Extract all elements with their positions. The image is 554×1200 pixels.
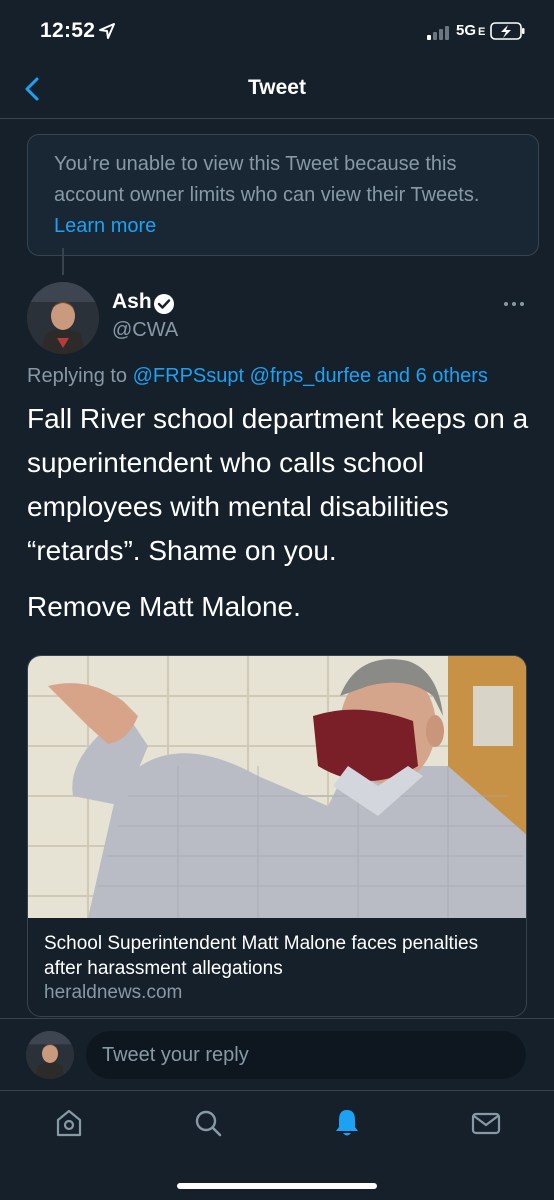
limited-visibility-notice: You’re unable to view this Tweet because… (27, 134, 539, 256)
learn-more-link[interactable]: Learn more (54, 215, 156, 237)
link-preview-card[interactable]: School Superintendent Matt Malone faces … (27, 655, 527, 1017)
author-handle[interactable]: @CWA (112, 319, 178, 342)
search-icon[interactable] (192, 1107, 224, 1139)
network-indicator: 5G E (456, 22, 486, 39)
status-bar: 12:52 5G E (0, 0, 554, 60)
more-icon[interactable] (500, 296, 528, 312)
location-arrow-icon (99, 23, 115, 39)
user-avatar[interactable] (26, 1031, 74, 1079)
card-image (28, 656, 526, 918)
card-domain: heraldnews.com (44, 982, 183, 1003)
thread-connector-line (62, 248, 64, 275)
home-indicator[interactable] (177, 1183, 377, 1189)
verified-icon (154, 294, 174, 314)
page-title: Tweet (248, 76, 306, 99)
mention-link[interactable]: @FRPSsupt (133, 365, 244, 387)
status-time: 12:52 (40, 19, 96, 42)
signal-icon (427, 26, 449, 40)
reply-input[interactable] (86, 1031, 526, 1079)
author-avatar[interactable] (27, 282, 99, 354)
tweet-body-text-line2: Remove Matt Malone. (27, 591, 301, 622)
battery-charging-icon (490, 22, 525, 40)
notice-text: You’re unable to view this Tweet because… (54, 153, 480, 237)
others-link[interactable]: and 6 others (377, 365, 488, 387)
tweet-detail-screen: 12:52 5G E Tweet You’re unable to view th… (0, 0, 554, 1200)
reply-composer-bar (0, 1018, 554, 1091)
messages-mail-icon[interactable] (470, 1107, 502, 1139)
home-icon[interactable] (53, 1107, 85, 1139)
mention-link[interactable]: @frps_durfee (250, 365, 371, 387)
notifications-bell-icon[interactable] (331, 1107, 363, 1139)
author-name[interactable]: Ash (112, 290, 152, 314)
top-navigation-bar: Tweet (0, 60, 554, 119)
card-title: School Superintendent Matt Malone faces … (44, 933, 479, 979)
replying-to-line: Replying to @FRPSsupt @frps_durfee and 6… (27, 365, 488, 387)
tweet-body-text: Fall River school department keeps on a … (27, 403, 529, 566)
